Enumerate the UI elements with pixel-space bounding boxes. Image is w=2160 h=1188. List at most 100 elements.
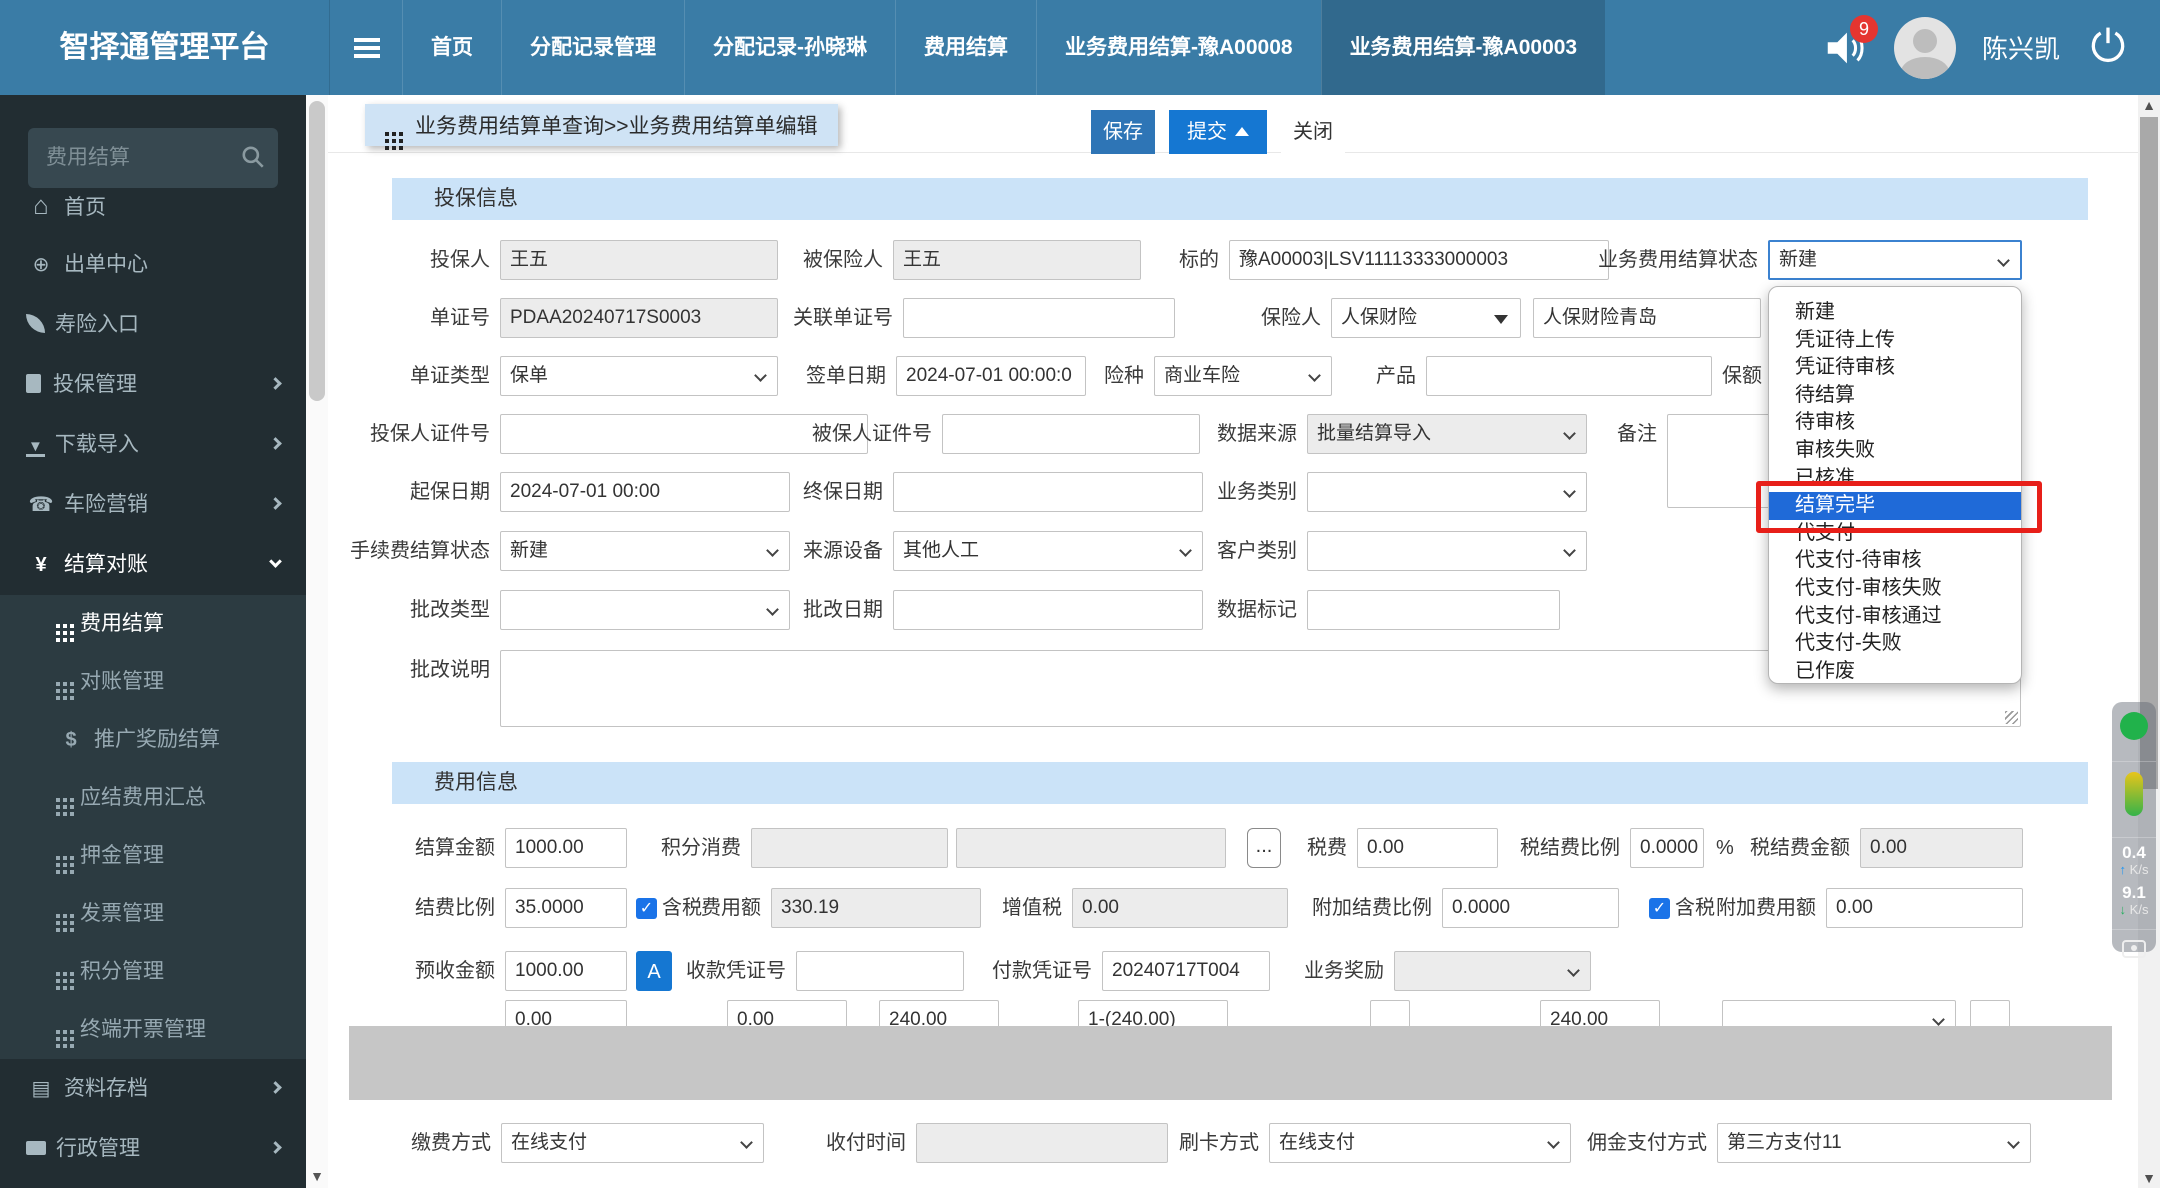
page-scroll-up-icon[interactable]: ▲ xyxy=(2138,97,2160,113)
close-button[interactable]: 关闭 xyxy=(1281,110,1345,154)
tab-1[interactable]: 首页 xyxy=(402,0,501,95)
status-option-3[interactable]: 凭证待审核 xyxy=(1769,354,2021,382)
section-policy-info: 投保信息 xyxy=(392,178,2088,220)
status-option-9[interactable]: 代支付 xyxy=(1769,520,2021,548)
page-scrollbar[interactable]: ▲ ▼ xyxy=(2138,95,2160,1188)
sidebar-item-home[interactable]: ⌂ 首页 xyxy=(0,175,306,235)
grid-icon xyxy=(56,972,60,976)
sidebar-item-archive[interactable]: ▤ 资料存档 xyxy=(0,1059,306,1119)
sidebar-menu: ⌂ 首页 ⊕ 出单中心 寿险入口 投保管理 ▼ 下载导入 ☎ 车险营销 ¥ 结算对账 费用结算 对账管理 $… xyxy=(0,175,306,1179)
status-option-12[interactable]: 代支付-审核通过 xyxy=(1769,603,2021,631)
points-consume-input[interactable] xyxy=(751,828,948,868)
textarea-resize-handle[interactable] xyxy=(2005,711,2018,724)
notifications-speaker-icon[interactable]: 9 xyxy=(1822,14,1878,71)
status-option-8[interactable]: 结算完毕 xyxy=(1769,492,2021,520)
customer-category-select[interactable] xyxy=(1307,531,1587,571)
tax-fee-amount-input[interactable]: 0.00 xyxy=(1860,828,2023,868)
points-consume-label: 积分消费 xyxy=(661,837,741,859)
product-input[interactable] xyxy=(1426,356,1712,396)
main-content: 业务费用结算单查询>>业务费用结算单编辑 投保信息 费用信息 投保人 王五 被保险人… xyxy=(328,95,2138,1188)
save-button[interactable]: 保存 xyxy=(1091,110,1155,154)
sidebar-scrollbar-thumb[interactable] xyxy=(309,101,325,401)
sidebar-item-auto-marketing[interactable]: ☎ 车险营销 xyxy=(0,475,306,535)
status-option-1[interactable]: 新建 xyxy=(1769,299,2021,327)
sidebar-item-settlement[interactable]: ¥ 结算对账 xyxy=(0,535,306,595)
biz-category-select[interactable] xyxy=(1307,472,1587,512)
list-icon: ▤ xyxy=(31,1078,51,1100)
tab-3[interactable]: 分配记录-孙晓琳 xyxy=(684,0,895,95)
insurer-select[interactable]: 人保财险 xyxy=(1331,298,1521,338)
sidebar-subitem-invoice-mgmt[interactable]: 发票管理 xyxy=(0,885,306,943)
sidebar-item-download-import[interactable]: ▼ 下载导入 xyxy=(0,415,306,475)
biz-fee-status-select[interactable]: 新建 xyxy=(1768,240,2022,280)
product-label: 产品 xyxy=(1376,365,1416,387)
endorse-date-label: 批改日期 xyxy=(803,599,883,621)
addl-fee-amount-label: 附加费用额 xyxy=(1716,897,1816,919)
tab-4[interactable]: 费用结算 xyxy=(895,0,1036,95)
status-option-10[interactable]: 代支付-待审核 xyxy=(1769,547,2021,575)
sidebar-item-label: 出单中心 xyxy=(64,253,148,276)
insurer-branch-input[interactable]: 人保财险青岛 xyxy=(1533,298,1761,338)
sidebar-item-issue-center[interactable]: ⊕ 出单中心 xyxy=(0,235,306,295)
sidebar-scroll-down-icon[interactable]: ▼ xyxy=(306,1168,328,1184)
upload-speed-value: 0.4 xyxy=(2122,843,2146,862)
status-option-11[interactable]: 代支付-审核失败 xyxy=(1769,575,2021,603)
tab-2[interactable]: 分配记录管理 xyxy=(501,0,684,95)
status-option-4[interactable]: 待结算 xyxy=(1769,382,2021,410)
page-scrollbar-thumb[interactable] xyxy=(2140,117,2158,789)
addl-fee-amount-input[interactable]: 0.00 xyxy=(1826,888,2023,928)
sidebar-subitem-promo-reward[interactable]: $ 推广奖励结算 xyxy=(0,711,306,769)
sidebar-subitem-label: 费用结算 xyxy=(80,612,164,635)
tax-fee-amount-label: 税结费金额 xyxy=(1750,837,1850,859)
up-arrow-icon: ↑ xyxy=(2119,862,2127,877)
breadcrumb-text: 业务费用结算单查询>>业务费用结算单编辑 xyxy=(415,115,818,138)
grid-icon xyxy=(56,1030,60,1034)
data-mark-input[interactable] xyxy=(1307,590,1560,630)
status-option-14[interactable]: 已作废 xyxy=(1769,658,2021,686)
status-option-6[interactable]: 审核失败 xyxy=(1769,437,2021,465)
chevron-right-icon xyxy=(269,377,282,390)
tab-5[interactable]: 业务费用结算-豫A00008 xyxy=(1036,0,1321,95)
grid-icon xyxy=(56,624,60,628)
net-widget-capture[interactable] xyxy=(2112,940,2156,984)
coverage-label: 保额 xyxy=(1722,365,1762,387)
data-mark-label: 数据标记 xyxy=(1217,599,1297,621)
submit-button[interactable]: 提交 xyxy=(1169,110,1267,154)
commission-method-select[interactable]: 第三方支付11 xyxy=(1717,1123,2031,1163)
hamburger-menu-icon[interactable] xyxy=(330,0,402,95)
card-method-label: 刷卡方式 xyxy=(1179,1132,1259,1154)
sidebar-subitem-label: 押金管理 xyxy=(80,844,164,867)
sidebar-subitem-fee-settlement[interactable]: 费用结算 xyxy=(0,595,306,653)
net-speed-widget[interactable]: 0.4 ↑ K/s 9.1 ↓ K/s xyxy=(2112,702,2156,958)
biz-reward-select[interactable] xyxy=(1394,951,1591,991)
sidebar-item-label: 车险营销 xyxy=(64,493,148,516)
status-option-13[interactable]: 代支付-失败 xyxy=(1769,630,2021,658)
logout-power-icon[interactable] xyxy=(2086,23,2130,72)
sidebar-item-life-entry[interactable]: 寿险入口 xyxy=(0,295,306,355)
sidebar-subitem-points-mgmt[interactable]: 积分管理 xyxy=(0,943,306,1001)
sidebar-subitem-label: 推广奖励结算 xyxy=(94,728,220,751)
sidebar-subitem-label: 终端开票管理 xyxy=(80,1018,206,1041)
phone-icon: ☎ xyxy=(28,494,54,516)
dollar-icon: $ xyxy=(65,729,77,751)
dropdown-arrow-icon xyxy=(1997,254,2010,267)
sidebar-scrollbar[interactable]: ▼ xyxy=(306,95,328,1188)
sidebar-subitem-reconciliation[interactable]: 对账管理 xyxy=(0,653,306,711)
sidebar-item-label: 行政管理 xyxy=(56,1137,140,1160)
status-option-7[interactable]: 已核准 xyxy=(1769,465,2021,493)
user-avatar[interactable] xyxy=(1893,16,1956,79)
insurance-type-label: 险种 xyxy=(1104,365,1144,387)
sidebar-item-admin[interactable]: 行政管理 xyxy=(0,1119,306,1179)
dropdown-arrow-icon xyxy=(1563,485,1576,498)
page-scroll-down-icon[interactable]: ▼ xyxy=(2138,1170,2160,1186)
tab-6[interactable]: 业务费用结算-豫A00003 xyxy=(1320,0,1606,95)
status-option-2[interactable]: 凭证待上传 xyxy=(1769,327,2021,355)
sidebar-subitem-terminal-invoice[interactable]: 终端开票管理 xyxy=(0,1001,306,1059)
tax-fee-rate-label: 税结费比例 xyxy=(1520,837,1620,859)
search-icon[interactable] xyxy=(240,144,266,175)
sidebar-subitem-deposit-mgmt[interactable]: 押金管理 xyxy=(0,827,306,885)
app-logo: 智择通管理平台 xyxy=(0,0,330,95)
sidebar-subitem-fee-summary[interactable]: 应结费用汇总 xyxy=(0,769,306,827)
sidebar-item-policy-mgmt[interactable]: 投保管理 xyxy=(0,355,306,415)
status-option-5[interactable]: 待审核 xyxy=(1769,409,2021,437)
